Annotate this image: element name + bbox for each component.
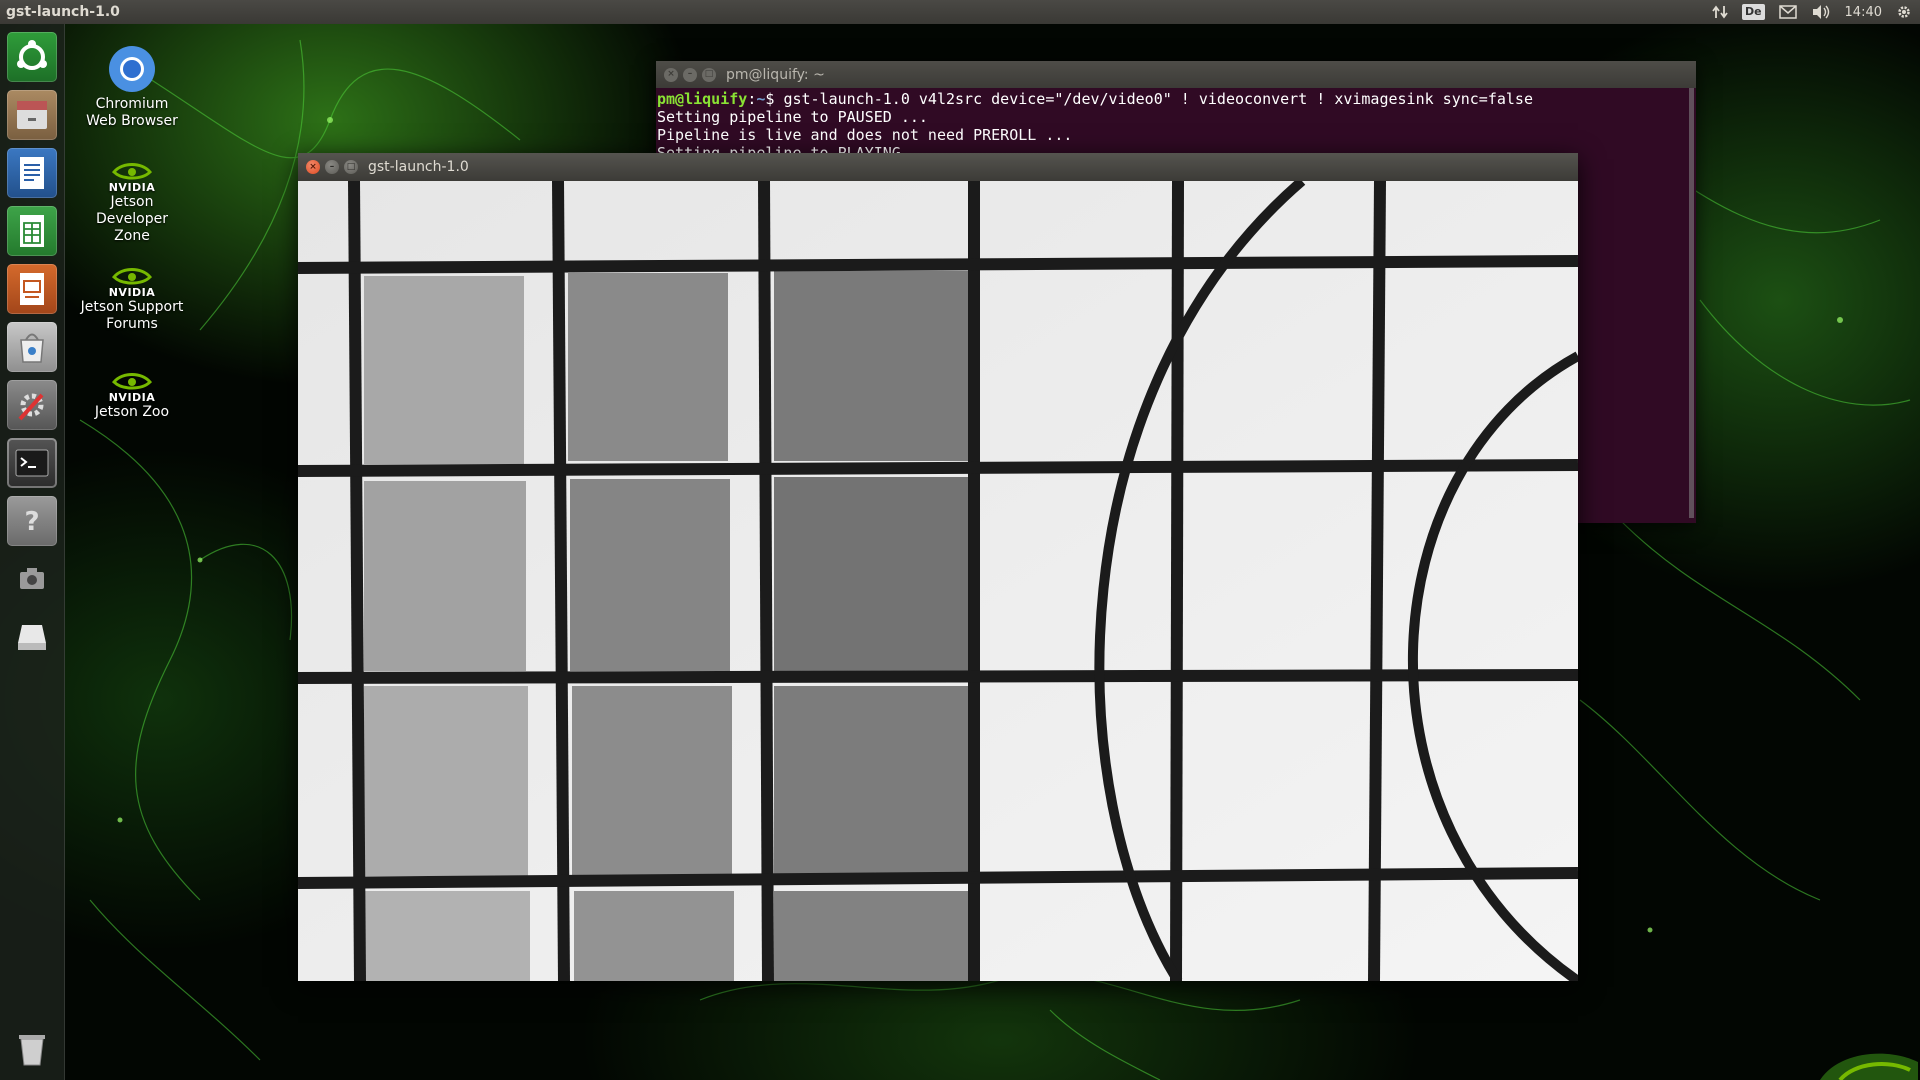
minimize-icon[interactable]: – — [683, 67, 697, 82]
libreoffice-writer-button[interactable] — [7, 148, 57, 198]
desktop-icon-jetson-support-forums[interactable]: NVIDIA Jetson Support Forums — [80, 265, 184, 333]
system-gear-icon[interactable] — [1896, 2, 1912, 22]
desktop-icon-label: Jetson Zoo — [94, 404, 170, 420]
libreoffice-calc-button[interactable] — [7, 206, 57, 256]
desktop-icon-chromium[interactable]: Chromium Web Browser — [80, 44, 184, 130]
terminal-scrollbar[interactable] — [1689, 88, 1694, 518]
chromium-icon — [109, 46, 155, 92]
spreadsheet-icon — [20, 215, 44, 247]
prompt-symbol: $ — [765, 90, 784, 108]
trash-button[interactable] — [7, 1024, 57, 1074]
output-line: Pipeline is live and does not need PRERO… — [657, 126, 1073, 144]
nvidia-watermark-icon — [1820, 1053, 1918, 1080]
desktop-icon-jetson-developer-zone[interactable]: NVIDIA Jetson Developer Zone — [80, 160, 184, 245]
output-line: Setting pipeline to PAUSED ... — [657, 108, 928, 126]
close-icon[interactable]: × — [664, 67, 678, 82]
libreoffice-impress-button[interactable] — [7, 264, 57, 314]
nvidia-icon — [111, 268, 153, 285]
drive-icon — [18, 625, 46, 650]
minimize-icon[interactable]: – — [325, 160, 339, 174]
ubuntu-logo-icon — [17, 40, 47, 70]
prompt-separator: : — [747, 90, 757, 108]
terminal-title: pm@liquify: ~ — [726, 66, 825, 83]
svg-text:?: ? — [24, 507, 39, 537]
presentation-icon — [20, 273, 44, 305]
clock[interactable]: 14:40 — [1845, 2, 1882, 22]
help-button[interactable]: ? — [7, 496, 57, 546]
camera-feed — [298, 181, 1578, 981]
terminal-launcher-button[interactable] — [7, 438, 57, 488]
camera-icon — [20, 568, 44, 589]
trash-icon — [19, 1035, 45, 1066]
active-app-title: gst-launch-1.0 — [6, 4, 120, 20]
nvidia-icon — [111, 163, 153, 180]
calibration-chart-image — [298, 181, 1578, 981]
video-window-titlebar[interactable]: × – □ gst-launch-1.0 — [298, 153, 1578, 181]
camera-button[interactable] — [7, 554, 57, 604]
terminal-output[interactable]: pm@liquify:~$ gst-launch-1.0 v4l2src dev… — [656, 88, 1696, 162]
file-manager-button[interactable] — [7, 90, 57, 140]
dash-home-button[interactable] — [7, 32, 57, 82]
desktop-icon-jetson-zoo[interactable]: NVIDIA Jetson Zoo — [80, 370, 184, 421]
system-settings-button[interactable] — [7, 380, 57, 430]
volume-icon[interactable] — [1811, 2, 1831, 22]
video-window[interactable]: × – □ gst-launch-1.0 — [298, 153, 1578, 981]
removable-drive-button[interactable] — [7, 612, 57, 662]
top-panel: gst-launch-1.0 De 14:40 — [0, 0, 1920, 24]
command-text: gst-launch-1.0 v4l2src device="/dev/vide… — [783, 90, 1533, 108]
desktop-icon-label: Chromium Web Browser — [86, 96, 178, 129]
writer-document-icon — [20, 157, 44, 189]
question-mark-icon: ? — [24, 507, 39, 537]
video-window-title: gst-launch-1.0 — [368, 159, 469, 175]
command-line: pm@liquify:~$ gst-launch-1.0 v4l2src dev… — [657, 90, 1696, 108]
settings-wrench-icon — [18, 393, 44, 421]
launcher: ? — [0, 24, 65, 1080]
terminal-titlebar[interactable]: × – □ pm@liquify: ~ — [656, 61, 1696, 88]
file-cabinet-icon — [17, 101, 47, 129]
nvidia-wordmark: NVIDIA — [108, 391, 156, 404]
prompt-user: pm@liquify — [657, 90, 748, 108]
nvidia-icon — [111, 373, 153, 390]
nvidia-wordmark: NVIDIA — [108, 286, 156, 299]
desktop-icon-label: Jetson Developer Zone — [95, 194, 168, 244]
keyboard-layout-indicator[interactable]: De — [1741, 4, 1765, 20]
mail-icon[interactable] — [1778, 2, 1797, 22]
maximize-icon[interactable]: □ — [344, 160, 358, 174]
desktop-icon-label: Jetson Support Forums — [80, 299, 184, 332]
software-center-button[interactable] — [7, 322, 57, 372]
nvidia-wordmark: NVIDIA — [108, 181, 156, 194]
network-icon[interactable] — [1712, 2, 1728, 22]
terminal-icon — [15, 449, 49, 477]
close-icon[interactable]: × — [306, 160, 320, 174]
indicator-area: De 14:40 — [1712, 2, 1920, 22]
maximize-icon[interactable]: □ — [702, 67, 716, 82]
shopping-bag-icon — [20, 333, 44, 363]
